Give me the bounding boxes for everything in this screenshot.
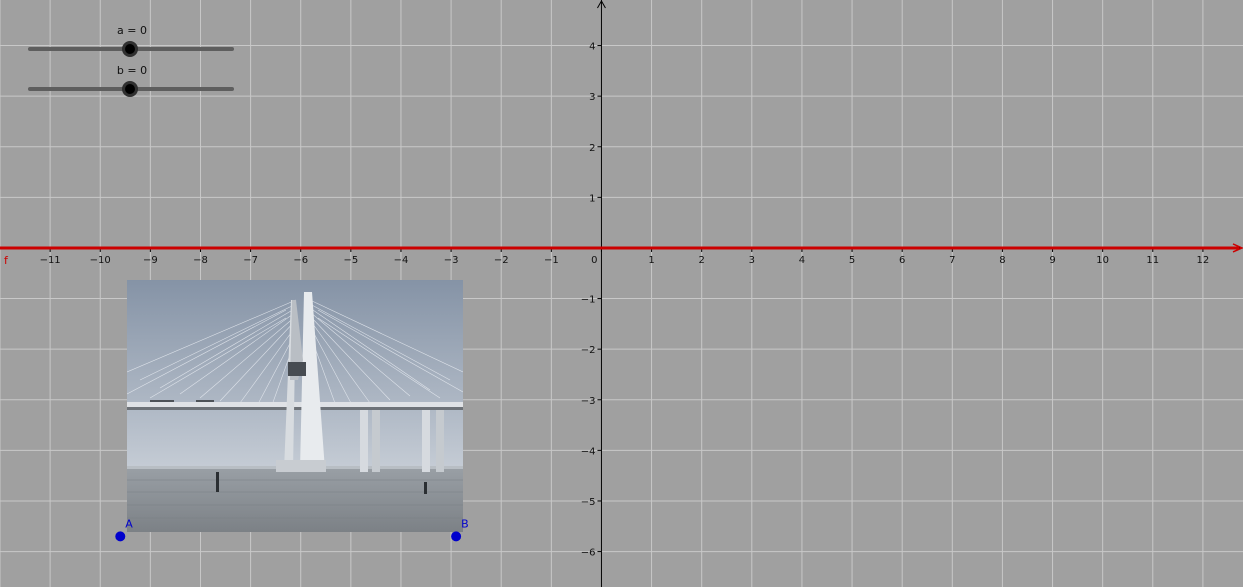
x-tick-label: −7 [243,255,258,266]
x-tick-label: 1 [648,255,654,266]
slider-b-label: b = 0 [117,64,147,77]
slider-a-label: a = 0 [117,24,147,37]
y-tick-label: −1 [581,295,596,306]
y-tick-label: 3 [589,92,595,103]
x-tick-label: −8 [193,255,208,266]
y-tick-label: −4 [581,446,596,457]
x-tick-label: 12 [1197,255,1210,266]
x-tick-label: −5 [343,255,358,266]
x-tick-label: 8 [999,255,1005,266]
y-tick-label: 2 [589,143,595,154]
x-tick-label: 10 [1096,255,1109,266]
x-tick-label: −2 [494,255,509,266]
x-tick-label: 7 [949,255,955,266]
point-B[interactable] [451,531,462,542]
x-tick-label: 4 [799,255,805,266]
x-tick-label: 5 [849,255,855,266]
x-tick-label: 6 [899,255,905,266]
x-tick-label: −10 [90,255,111,266]
x-tick-label: 2 [699,255,705,266]
x-tick-label: 11 [1146,255,1159,266]
x-tick-label: −4 [394,255,409,266]
bridge-image[interactable] [127,280,463,532]
y-tick-label: −5 [581,497,596,508]
point-A-label: A [125,517,133,530]
x-tick-label: 9 [1049,255,1055,266]
point-B-label: B [461,517,469,530]
y-tick-label: −2 [581,345,596,356]
point-A[interactable] [115,531,126,542]
x-tick-label: −11 [40,255,61,266]
x-tick-label: −3 [444,255,459,266]
x-tick-label: −6 [293,255,308,266]
x-tick-label: 0 [591,255,597,266]
y-tick-label: 4 [589,42,595,53]
y-tick-label: −6 [581,548,596,559]
y-tick-label: −3 [581,396,596,407]
x-tick-label: −9 [143,255,158,266]
graphing-view[interactable]: −11 −10 −9 −8 −7 −6 −5 −4 −3 −2 −1 0 1 2 3 4 5 6 7 8 9 10 11 12… [0,0,1243,587]
x-tick-label: 3 [749,255,755,266]
x-tick-label: −1 [544,255,559,266]
y-tick-label: 1 [589,193,595,204]
